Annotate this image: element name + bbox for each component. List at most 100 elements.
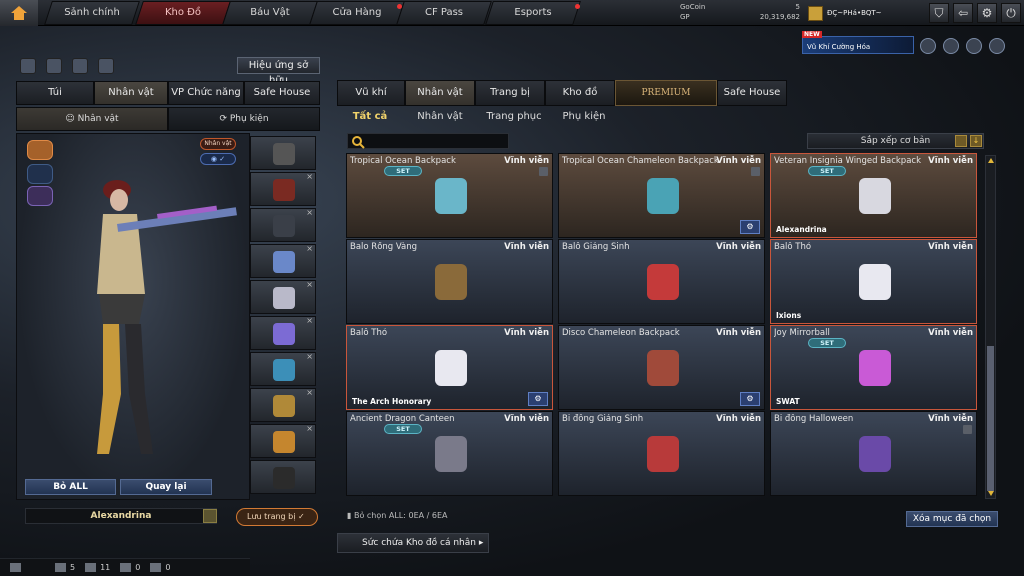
menu-icon[interactable] (10, 563, 21, 572)
tab-functional[interactable]: VP Chức năng (168, 81, 244, 105)
subtab-character[interactable]: ☺ Nhân vật (16, 107, 168, 131)
item-image (859, 436, 891, 472)
delete-selected-button[interactable]: Xóa mục đã chọn (906, 511, 998, 527)
item-card[interactable]: Joy Mirrorball Vĩnh viễn SET SWAT (770, 325, 977, 410)
tab-bag[interactable]: Túi (16, 81, 94, 105)
tab-safe-house[interactable]: Safe House (244, 81, 320, 105)
remove-icon[interactable]: × (306, 388, 313, 397)
remove-icon[interactable]: × (306, 316, 313, 325)
refresh-icon[interactable] (46, 58, 62, 74)
nav-tab-esports[interactable]: Esports (485, 1, 581, 25)
promo-banner[interactable]: NEW Vũ Khí Cường Hóa (802, 31, 914, 54)
equipment-slot[interactable] (250, 460, 316, 494)
item-card[interactable]: Bi đông Halloween Vĩnh viễn (770, 411, 977, 496)
item-card[interactable]: Tropical Ocean Backpack Vĩnh viễn SET (346, 153, 553, 238)
item-card[interactable]: Bi đông Giáng Sinh Vĩnh viễn (558, 411, 765, 496)
event-icon[interactable] (920, 38, 936, 54)
sort-down-icon[interactable]: ↓ (970, 135, 982, 147)
menu-icon[interactable] (203, 509, 217, 523)
home-button[interactable] (0, 0, 38, 26)
gear-icon[interactable]: ⚙ (977, 3, 997, 23)
nav-tab-lobby[interactable]: Sảnh chính (44, 1, 140, 25)
event-icon[interactable] (966, 38, 982, 54)
equipment-slot[interactable]: × (250, 316, 316, 350)
tab-premium[interactable]: PREMIUM (615, 80, 717, 106)
unselect-all-status[interactable]: ▮ Bỏ chọn ALL: 0EA / 6EA (347, 511, 448, 520)
eagle-icon[interactable] (27, 140, 53, 160)
capacity-button[interactable]: Sức chứa Kho đồ cá nhân ▸ (337, 533, 489, 553)
tab-character[interactable]: Nhân vật (94, 81, 168, 105)
item-card[interactable]: Balô Giáng Sinh Vĩnh viễn (558, 239, 765, 324)
tab-weapons[interactable]: Vũ khí (337, 80, 405, 106)
gp-value: 20,319,682 (759, 13, 800, 21)
equipment-slot[interactable]: × (250, 244, 316, 278)
equipment-slot[interactable]: × (250, 172, 316, 206)
item-card[interactable]: Balô Thỏ Vĩnh viễn The Arch Honorary ⚙ (346, 325, 553, 410)
sort-dropdown[interactable]: Sắp xếp cơ bản ↓ (807, 133, 984, 149)
exit-icon[interactable]: ⇦ (953, 3, 973, 23)
gear-icon[interactable]: ⚙ (740, 220, 760, 234)
power-icon[interactable]: ⏻ (1001, 3, 1021, 23)
item-card[interactable]: Balo Rồng Vàng Vĩnh viễn (346, 239, 553, 324)
item-owner: The Arch Honorary (352, 397, 432, 406)
equipment-slot[interactable]: × (250, 352, 316, 386)
tab-character[interactable]: Nhân vật (405, 80, 475, 106)
remove-icon[interactable]: × (306, 208, 313, 217)
status-count: 11 (100, 563, 111, 572)
nav-tab-treasure[interactable]: Báu Vật (222, 1, 318, 25)
subtab-accessory[interactable]: ⟳ Phụ kiện (168, 107, 320, 131)
event-icon[interactable] (943, 38, 959, 54)
clan-info[interactable]: ĐÇ~PHá•BQT~ (808, 4, 882, 22)
nav-tab-shop[interactable]: Cửa Hàng (309, 1, 405, 25)
equipment-slot[interactable]: × (250, 280, 316, 314)
remove-icon[interactable]: × (306, 280, 313, 289)
trash-icon[interactable] (751, 167, 760, 176)
tab-safe-house[interactable]: Safe House (717, 80, 787, 106)
gear-icon[interactable]: ⚙ (528, 392, 548, 406)
equipment-slot[interactable]: × (250, 388, 316, 422)
event-icon[interactable] (989, 38, 1005, 54)
subtab-accessory[interactable]: Phụ kiện (551, 107, 617, 127)
trash-icon[interactable] (963, 425, 972, 434)
character-name-field[interactable]: Alexandrina (25, 508, 217, 524)
scroll-up-icon[interactable] (988, 158, 994, 163)
tab-gear[interactable]: Trang bị (475, 80, 545, 106)
grid-scrollbar[interactable] (985, 155, 996, 499)
search-input[interactable] (347, 133, 509, 149)
subtab-outfit[interactable]: Trang phục (477, 107, 551, 127)
remove-icon[interactable]: × (306, 172, 313, 181)
back-button[interactable]: Quay lại (120, 479, 212, 495)
equipment-slot[interactable] (250, 136, 316, 170)
unequip-all-button[interactable]: Bỏ ALL (25, 479, 116, 495)
character-tag[interactable]: Nhân vật (200, 138, 236, 150)
subtab-character[interactable]: Nhân vật (403, 107, 477, 127)
remove-icon[interactable]: × (306, 352, 313, 361)
nav-tab-inventory[interactable]: Kho Đồ (135, 1, 231, 25)
equipment-slot[interactable]: × (250, 208, 316, 242)
save-loadout-button[interactable]: Lưu trang bị ✓ (236, 508, 318, 526)
equipment-slot[interactable]: × (250, 424, 316, 458)
item-card[interactable]: Balô Thỏ Vĩnh viễn Ixions (770, 239, 977, 324)
item-card[interactable]: Disco Chameleon Backpack Vĩnh viễn ⚙ (558, 325, 765, 410)
scroll-down-icon[interactable] (988, 491, 994, 496)
list-icon[interactable] (955, 135, 967, 147)
remove-icon[interactable]: × (306, 424, 313, 433)
item-card[interactable]: Ancient Dragon Canteen Vĩnh viễn SET (346, 411, 553, 496)
gear-icon[interactable]: ⚙ (740, 392, 760, 406)
eye-icon[interactable]: ◉ ✓ (200, 153, 236, 165)
item-image (859, 178, 891, 214)
nav-tab-cfpass[interactable]: CF Pass (396, 1, 492, 25)
subtab-all[interactable]: Tất cả (337, 107, 403, 127)
item-card[interactable]: Veteran Insignia Winged Backpack Vĩnh viễ… (770, 153, 977, 238)
ownership-effect-button[interactable]: Hiệu ứng sở hữu (237, 57, 320, 86)
shield-icon[interactable]: ⛉ (929, 3, 949, 23)
gift-icon[interactable] (20, 58, 36, 74)
pet-icon[interactable] (98, 58, 114, 74)
remove-icon[interactable]: × (306, 244, 313, 253)
trash-icon[interactable] (539, 167, 548, 176)
tab-storage[interactable]: Kho đồ (545, 80, 615, 106)
users-icon[interactable] (72, 58, 88, 74)
character-preview[interactable]: Nhân vật ◉ ✓ (16, 133, 250, 500)
item-card[interactable]: Tropical Ocean Chameleon Backpack Vĩnh vi… (558, 153, 765, 238)
scroll-thumb[interactable] (987, 346, 994, 491)
